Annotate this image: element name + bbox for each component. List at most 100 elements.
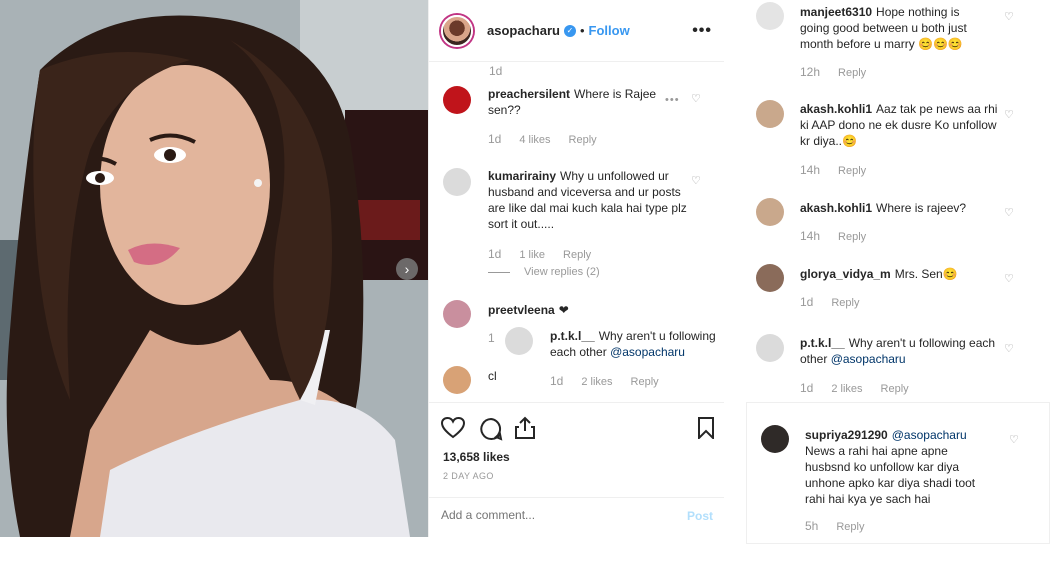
post-comment-button[interactable]: Post: [687, 509, 713, 523]
reply-button[interactable]: Reply: [838, 165, 866, 177]
reply-text: p.t.k.l__ Why aren't u following each oth…: [550, 328, 722, 360]
comments-list: 1d preachersilent Where is Rajee sen?? ••…: [429, 62, 725, 402]
share-icon[interactable]: [514, 416, 536, 440]
save-bookmark-icon[interactable]: [697, 417, 715, 439]
comment-meta: 1d Reply: [800, 295, 877, 309]
comment-likes[interactable]: 1 like: [519, 249, 545, 261]
avatar[interactable]: [441, 14, 473, 47]
avatar[interactable]: [505, 327, 533, 355]
avatar[interactable]: [443, 168, 471, 196]
comment-time: 1d: [488, 132, 502, 146]
comment-meta: 1d 4 likes Reply: [488, 132, 615, 146]
comment-time: 12h: [800, 65, 821, 79]
avatar[interactable]: [443, 300, 471, 328]
reply-button[interactable]: Reply: [838, 67, 866, 79]
comment-username[interactable]: akash.kohli1: [800, 102, 872, 116]
comment-text: kumarirainy Why u unfollowed ur husband a…: [488, 168, 688, 232]
comment-meta: 14h Reply: [800, 163, 884, 177]
comment-body: Where is rajeev?: [876, 201, 967, 215]
comment-time: 14h: [800, 229, 821, 243]
comment-body: News a rahi hai apne apne husbsnd ko unf…: [805, 444, 976, 506]
comment-likes[interactable]: 2 likes: [831, 383, 862, 395]
avatar[interactable]: [761, 425, 789, 453]
like-comment-heart-icon[interactable]: ♡: [1004, 108, 1014, 121]
avatar[interactable]: [756, 2, 784, 30]
like-comment-heart-icon[interactable]: ♡: [1004, 272, 1014, 285]
comment-meta: 5h Reply: [805, 519, 882, 533]
like-heart-icon[interactable]: [441, 417, 465, 439]
reply-button[interactable]: Reply: [838, 231, 866, 243]
comment-text: preetvleena ❤: [488, 302, 569, 318]
reply-username[interactable]: p.t.k.l__: [550, 329, 595, 343]
post-panel: asopacharu ✓ • Follow ••• 1d preachersil…: [428, 0, 725, 537]
verified-icon: ✓: [563, 24, 576, 37]
comment-time: 1d: [800, 381, 814, 395]
reply-button[interactable]: Reply: [563, 249, 591, 261]
avatar[interactable]: [756, 100, 784, 128]
mention-link[interactable]: @asopacharu: [831, 352, 906, 366]
reply-button[interactable]: Reply: [631, 376, 659, 388]
comment-options-icon[interactable]: •••: [665, 94, 680, 106]
comment-username[interactable]: supriya291290: [805, 428, 888, 442]
post-photo[interactable]: ›: [0, 0, 428, 537]
comment-username[interactable]: manjeet6310: [800, 5, 872, 19]
comment-likes[interactable]: 4 likes: [519, 134, 550, 146]
likes-count[interactable]: 13,658 likes: [443, 450, 510, 464]
comment-meta: 12h Reply: [800, 65, 884, 79]
avatar[interactable]: [756, 198, 784, 226]
comment-text: glorya_vidya_m Mrs. Sen😊: [800, 266, 958, 282]
next-photo-button[interactable]: ›: [396, 258, 418, 280]
comment-time: 5h: [805, 519, 819, 533]
like-comment-heart-icon[interactable]: ♡: [1004, 342, 1014, 355]
comment-time: 14h: [800, 163, 821, 177]
add-comment-bar: Post: [429, 497, 725, 537]
like-comment-heart-icon[interactable]: ♡: [691, 92, 701, 105]
like-comment-heart-icon[interactable]: ♡: [1004, 206, 1014, 219]
comment-body: Mrs. Sen😊: [894, 267, 958, 281]
like-comment-heart-icon[interactable]: ♡: [1009, 433, 1019, 446]
view-replies-button[interactable]: View replies (2): [524, 266, 600, 278]
post-header: asopacharu ✓ • Follow •••: [429, 0, 724, 62]
comment-username[interactable]: p.t.k.l__: [800, 336, 845, 350]
reply-button[interactable]: Reply: [569, 134, 597, 146]
separator-dot: •: [579, 23, 585, 38]
comment-username[interactable]: akash.kohli1: [800, 201, 872, 215]
reply-button[interactable]: Reply: [881, 383, 909, 395]
comment-username[interactable]: kumarirainy: [488, 169, 556, 183]
comment-username[interactable]: preachersilent: [488, 87, 570, 101]
follow-button[interactable]: Follow: [589, 23, 630, 38]
comment-text: preachersilent Where is Rajee sen??: [488, 86, 658, 118]
reply-button[interactable]: Reply: [831, 297, 859, 309]
like-comment-heart-icon[interactable]: ♡: [1004, 10, 1014, 23]
comment-body: ❤: [558, 303, 569, 317]
comment-body: cl: [488, 369, 497, 383]
comment-username[interactable]: glorya_vidya_m: [800, 267, 891, 281]
reply-meta: 1d 2 likes Reply: [550, 374, 677, 388]
comment-input[interactable]: [441, 508, 671, 522]
reply-time: 1d: [550, 374, 564, 388]
comment-time: 1d: [800, 295, 814, 309]
comment-text: manjeet6310 Hope nothing is going good be…: [800, 4, 980, 52]
username-link[interactable]: asopacharu: [487, 23, 560, 38]
divider: [488, 272, 510, 273]
comment-time: 1d: [489, 64, 503, 78]
avatar[interactable]: [443, 366, 471, 394]
other-comments-panel: manjeet6310 Hope nothing is going good be…: [724, 0, 1056, 562]
reply-likes[interactable]: 2 likes: [581, 376, 612, 388]
mention-link[interactable]: @asopacharu: [892, 428, 967, 442]
like-comment-heart-icon[interactable]: ♡: [691, 174, 701, 187]
comment-time: 1d: [488, 247, 502, 261]
comment-text: akash.kohli1 Where is rajeev?: [800, 200, 1000, 216]
more-options-icon[interactable]: •••: [692, 22, 712, 40]
comment-card: supriya291290 @asopacharu News a rahi hai…: [746, 402, 1050, 544]
mention-link[interactable]: @asopacharu: [610, 345, 685, 359]
avatar[interactable]: [756, 264, 784, 292]
avatar[interactable]: [756, 334, 784, 362]
comment-meta: 14h Reply: [800, 229, 884, 243]
comment-icon[interactable]: [479, 417, 503, 441]
avatar[interactable]: [443, 86, 471, 114]
reply-button[interactable]: Reply: [836, 521, 864, 533]
post-timestamp: 2 DAY AGO: [443, 471, 494, 481]
comment-text: akash.kohli1 Aaz tak pe news aa rhi ki AA…: [800, 101, 1000, 149]
comment-username[interactable]: preetvleena: [488, 303, 555, 317]
